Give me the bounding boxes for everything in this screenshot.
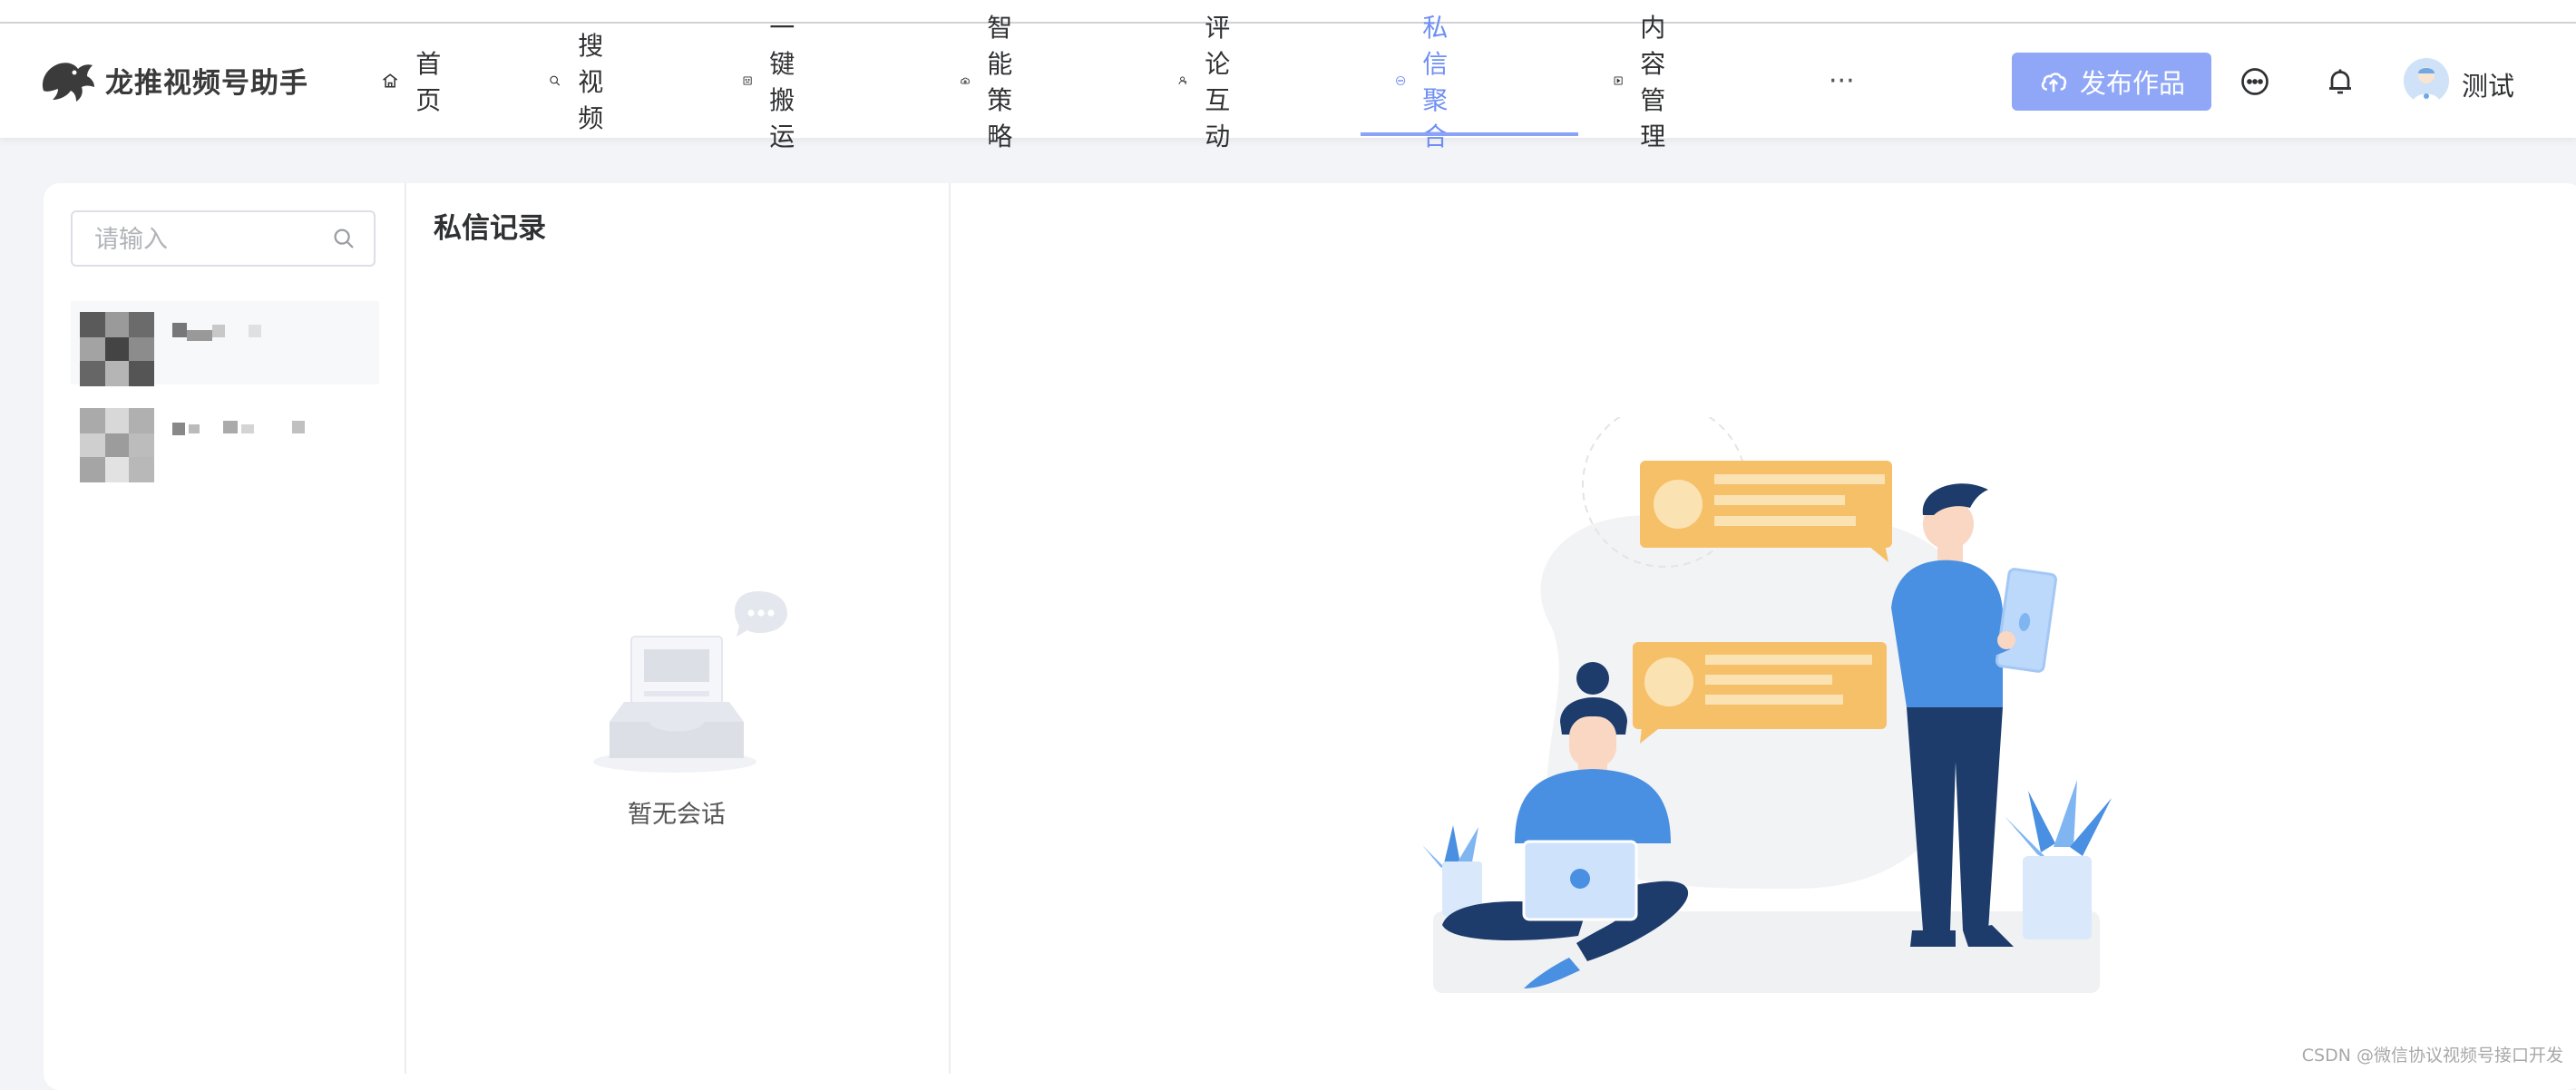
nav-item-one-click-move[interactable]: 一键搬运 [742,13,811,151]
user-avatar[interactable] [2404,58,2449,103]
cloud-eye-icon [961,77,970,84]
contact-name [172,319,354,346]
column-divider [405,183,406,1074]
empty-inbox-icon [593,591,787,773]
app-title: 龙推视频号助手 [105,66,308,100]
top-navbar: 龙推视频号助手 首页 搜视频 一键搬运 智能策略 评论互动 私信聚合 内容管理 … [0,13,2576,151]
publish-button[interactable]: 发布作品 [2012,53,2211,111]
nav-label: 一键搬运 [769,13,795,151]
app-logo[interactable]: 龙推视频号助手 [34,51,308,109]
contact-search-input[interactable] [93,221,323,258]
avatar-figure-icon [2404,58,2449,103]
publish-label: 发布作品 [2079,68,2185,99]
nav-more-button[interactable]: ··· [1829,24,1855,138]
chat-icon[interactable] [2239,65,2271,98]
nav-item-comment-interact[interactable]: 评论互动 [1177,13,1246,151]
nav-item-smart-strategy[interactable]: 智能策略 [960,13,1029,151]
column-divider [949,183,951,1074]
user-name[interactable]: 测试 [2462,65,2514,103]
nav-label: 私信聚合 [1422,13,1449,151]
chat-people-illustration [1422,417,2112,993]
nav-label: 智能策略 [987,13,1013,151]
nav-item-home[interactable]: 首页 [381,24,450,138]
dragon-logo-icon [42,63,94,102]
robot-icon [743,76,752,85]
message-icon [1396,75,1406,86]
contact-name [172,415,354,443]
watermark: CSDN @微信协议视频号接口开发 [2301,1046,2563,1066]
contact-list-item[interactable] [71,301,379,386]
contact-avatar [80,312,154,386]
contact-search-box [71,210,376,267]
play-square-icon [1614,76,1623,85]
home-icon [383,73,398,88]
nav-label: 首页 [415,49,442,115]
search-icon [550,75,561,86]
nav-item-search-video[interactable]: 搜视频 [548,24,617,138]
section-title: 私信记录 [434,212,546,245]
user-icon [1178,76,1187,85]
nav-label: 搜视频 [578,31,604,133]
contact-list-item[interactable] [71,397,379,482]
window-top-strip [0,0,2576,24]
nav-label: 评论互动 [1205,13,1231,151]
main-card [44,183,2576,1090]
contact-avatar [80,408,154,482]
nav-item-dm-aggregate[interactable]: 私信聚合 [1395,13,1464,151]
active-tab-indicator [1361,132,1578,136]
bell-icon[interactable] [2324,65,2356,98]
nav-label: 内容管理 [1640,13,1666,151]
nav-item-content-manage[interactable]: 内容管理 [1613,13,1682,151]
empty-message: 暂无会话 [628,801,726,829]
cloud-upload-icon [2041,73,2067,92]
search-icon[interactable] [330,225,357,252]
